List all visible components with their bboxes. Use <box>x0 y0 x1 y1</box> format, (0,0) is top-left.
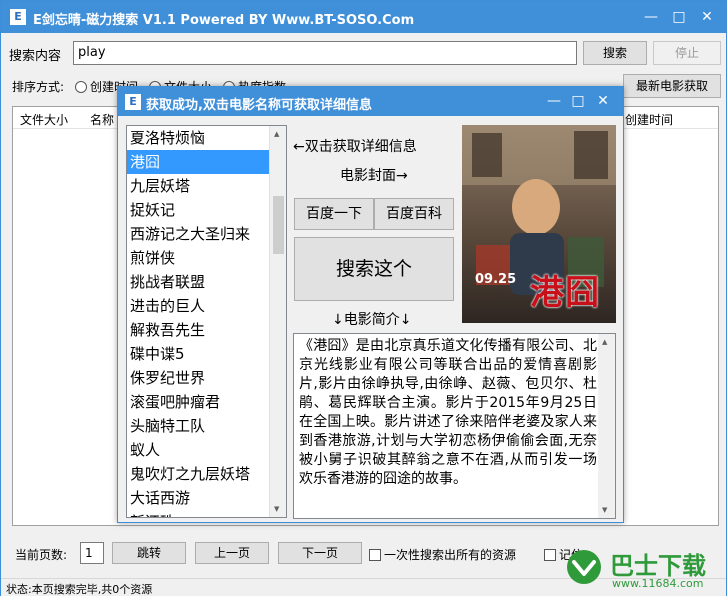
app-logo-icon: E <box>10 9 26 25</box>
scrollbar-thumb[interactable] <box>273 196 284 254</box>
movie-list-item[interactable]: 蚁人 <box>127 438 286 462</box>
scroll-up-icon[interactable]: ▲ <box>602 338 607 346</box>
watermark-brand: 巴士下载 <box>610 552 706 580</box>
poster-date: 09.25 <box>475 272 517 287</box>
stop-button[interactable]: 停止 <box>653 41 721 65</box>
main-window-title: E剑忘晴-磁力搜索 V1.1 Powered BY Www.BT-SOSO.Co… <box>33 13 415 28</box>
movie-list-item[interactable]: 新还珠 <box>127 510 286 517</box>
maximize-icon[interactable]: □ <box>669 7 689 27</box>
synopsis-text: 《港囧》是由北京真乐道文化传播有限公司、北京光线影业有限公司等联合出品的爱情喜剧… <box>299 338 597 487</box>
scroll-down-icon[interactable]: ▼ <box>602 506 607 514</box>
movie-list-item[interactable]: 碟中谍5 <box>127 342 286 366</box>
maximize-icon[interactable]: □ <box>568 91 588 111</box>
synopsis-label: ↓电影简介↓ <box>332 312 412 328</box>
jump-button[interactable]: 跳转 <box>112 542 186 564</box>
movie-list-item[interactable]: 挑战者联盟 <box>127 270 286 294</box>
all-results-label: 一次性搜索出所有的资源 <box>384 548 517 562</box>
close-icon[interactable]: ✕ <box>697 7 717 27</box>
minimize-icon[interactable]: — <box>544 91 564 111</box>
main-title-bar[interactable]: E E剑忘晴-磁力搜索 V1.1 Powered BY Www.BT-SOSO.… <box>1 1 726 33</box>
close-icon[interactable]: ✕ <box>593 91 613 111</box>
baidu-search-button[interactable]: 百度一下 <box>294 198 374 230</box>
poster-title: 港囧 <box>530 273 600 313</box>
radio-icon <box>75 81 87 93</box>
scroll-up-icon[interactable]: ▲ <box>274 130 279 138</box>
movie-list-item[interactable]: 大话西游 <box>127 486 286 510</box>
dialog-title: 获取成功,双击电影名称可获取详细信息 <box>146 98 372 113</box>
search-label: 搜索内容 <box>9 49 62 64</box>
scroll-down-icon[interactable]: ▼ <box>274 505 279 513</box>
watermark-url: www.11684.com <box>612 577 704 590</box>
movie-list-item[interactable]: 鬼吹灯之九层妖塔 <box>127 462 286 486</box>
dialog-title-bar[interactable]: E 获取成功,双击电影名称可获取详细信息 — □ ✕ <box>118 87 623 116</box>
minimize-icon[interactable]: — <box>641 7 661 27</box>
next-page-button[interactable]: 下一页 <box>278 542 362 564</box>
movie-list[interactable]: 夏洛特烦恼 港囧 九层妖塔 捉妖记 西游记之大圣归来 煎饼侠 挑战者联盟 进击的巨人 解救吾先生… <box>126 125 287 518</box>
search-input[interactable]: play <box>73 41 577 65</box>
movie-list-item[interactable]: 九层妖塔 <box>127 174 286 198</box>
movie-info-dialog: E 获取成功,双击电影名称可获取详细信息 — □ ✕ 夏洛特烦恼 港囧 九层妖塔 捉妖… <box>117 86 624 523</box>
movie-list-item[interactable]: 煎饼侠 <box>127 246 286 270</box>
search-this-button[interactable]: 搜索这个 <box>294 237 454 301</box>
all-results-checkbox[interactable]: 一次性搜索出所有的资源 <box>369 546 516 563</box>
movie-list-item[interactable]: 夏洛特烦恼 <box>127 126 286 150</box>
hint-cover: 电影封面→ <box>340 168 408 184</box>
movie-list-item[interactable]: 头脑特工队 <box>127 414 286 438</box>
movie-list-item[interactable]: 进击的巨人 <box>127 294 286 318</box>
current-page-label: 当前页数: <box>15 548 68 562</box>
status-text: 状态:本页搜索完毕,共0个资源 <box>6 583 153 596</box>
watermark-logo-icon <box>567 550 601 584</box>
checkbox-icon <box>544 549 556 561</box>
watermark: 巴士下载 www.11684.com <box>556 544 726 592</box>
synopsis-scrollbar[interactable]: ▲ ▼ <box>598 334 615 518</box>
movie-list-scrollbar[interactable]: ▲ ▼ <box>269 126 286 517</box>
hint-double-click: ←双击获取详细信息 <box>293 139 417 155</box>
current-page-input[interactable]: 1 <box>80 542 104 564</box>
movie-poster: 09.25 港囧 <box>462 125 616 323</box>
movie-list-item[interactable]: 滚蛋吧肿瘤君 <box>127 390 286 414</box>
dialog-logo-icon: E <box>125 94 141 110</box>
movie-list-item[interactable]: 港囧 <box>127 150 286 174</box>
synopsis-textbox[interactable]: 《港囧》是由北京真乐道文化传播有限公司、北京光线影业有限公司等联合出品的爱情喜剧… <box>293 333 616 519</box>
movie-list-item[interactable]: 解救吾先生 <box>127 318 286 342</box>
baidu-baike-button[interactable]: 百度百科 <box>374 198 454 230</box>
column-header-created[interactable]: 创建时间 <box>625 111 673 128</box>
sort-label: 排序方式: <box>12 80 65 94</box>
column-header-name[interactable]: 名称 <box>90 111 114 128</box>
movie-list-item[interactable]: 西游记之大圣归来 <box>127 222 286 246</box>
prev-page-button[interactable]: 上一页 <box>195 542 269 564</box>
column-header-size[interactable]: 文件大小 <box>20 111 68 128</box>
movie-list-item[interactable]: 捉妖记 <box>127 198 286 222</box>
latest-movies-button[interactable]: 最新电影获取 <box>623 74 721 98</box>
checkbox-icon <box>369 549 381 561</box>
search-button[interactable]: 搜索 <box>583 41 647 65</box>
movie-list-items: 夏洛特烦恼 港囧 九层妖塔 捉妖记 西游记之大圣归来 煎饼侠 挑战者联盟 进击的巨人 解救吾先生… <box>127 126 286 517</box>
movie-list-item[interactable]: 侏罗纪世界 <box>127 366 286 390</box>
